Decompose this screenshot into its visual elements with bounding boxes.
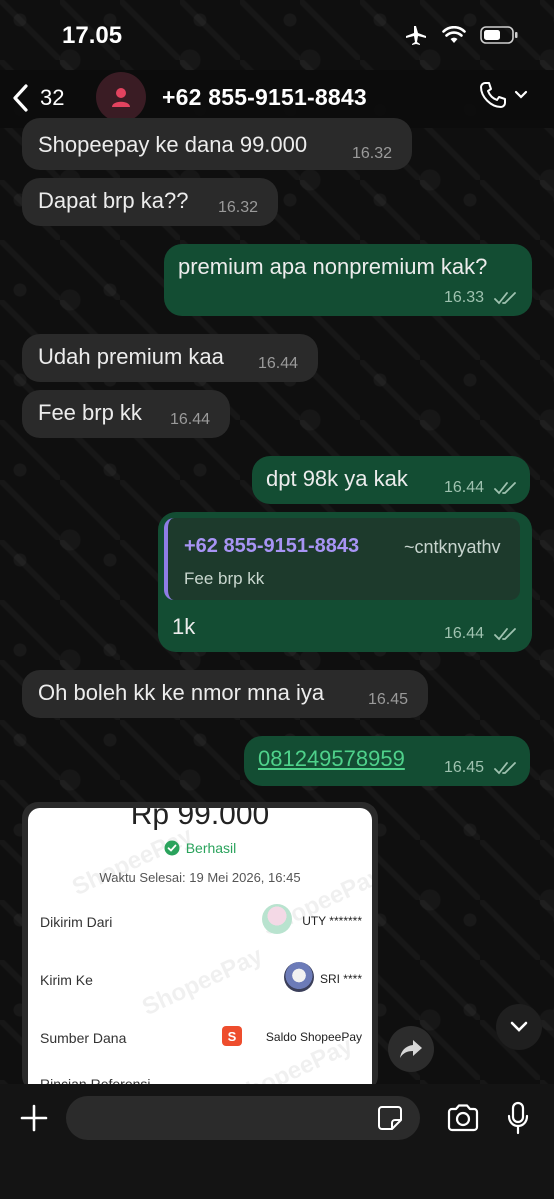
status-time: 17.05 [62,22,123,49]
message-text: premium apa nonpremium kak? [178,254,488,279]
message-time: 16.32 [352,145,393,162]
quoted-text: Fee brp kk [184,569,265,588]
status-bar: 17.05 [0,0,554,70]
row-label: Sumber Dana [40,1030,127,1046]
receipt-watermark: ShopeePay [68,821,197,902]
sender-avatar [262,904,292,934]
message-incoming[interactable]: Fee brp kk 16.44 [22,390,230,438]
unread-count: 32 [40,85,65,110]
message-outgoing-reply[interactable]: +62 855-9151-8843 ~cntknyathv Fee brp kk… [158,512,532,652]
recipient-avatar [284,962,314,992]
forward-icon [400,1040,422,1058]
receipt-row-sender: Dikirim Dari UTY ******* [40,902,362,942]
row-label: Dikirim Dari [40,914,113,930]
message-text: Udah premium kaa [38,344,224,369]
back-button[interactable]: 32 [10,80,64,116]
shopee-logo-icon: S [222,1026,242,1046]
row-value: UTY ******* [302,914,362,928]
row-label: Kirim Ke [40,972,93,988]
contact-name[interactable]: +62 855-9151-8843 [162,84,367,111]
message-time: 16.32 [218,199,259,216]
airplane-icon [406,26,426,45]
message-incoming[interactable]: Shopeepay ke dana 99.000 16.32 [22,118,412,170]
message-text: Shopeepay ke dana 99.000 [38,132,308,157]
quoted-sender: +62 855-9151-8843 [184,535,360,557]
attach-button[interactable] [14,1098,54,1138]
message-time: 16.44 [170,411,211,428]
message-incoming[interactable]: Dapat brp ka?? 16.32 [22,178,278,226]
plus-icon [20,1104,48,1132]
message-input-bar [0,1084,554,1199]
message-time: 16.33 [444,289,485,306]
battery-icon [480,26,518,44]
receipt-completed-time: Waktu Selesai: 19 Mei 2026, 16:45 [99,870,301,885]
contact-avatar[interactable] [96,72,146,122]
receipt-status-text: Berhasil [185,840,237,856]
read-ticks-icon [494,628,516,641]
message-incoming[interactable]: Oh boleh kk ke nmor mna iya 16.45 [22,670,428,718]
message-input[interactable] [66,1096,420,1140]
payment-receipt-image: ShopeePay ShopeePay ShopeePay ShopeePay … [28,808,372,1092]
sticker-button[interactable] [374,1102,406,1134]
sticker-icon [378,1106,402,1130]
image-message[interactable]: ShopeePay ShopeePay ShopeePay ShopeePay … [22,802,378,1092]
message-incoming[interactable]: Udah premium kaa 16.44 [22,334,318,382]
message-time: 16.45 [444,759,485,776]
phone-number-link[interactable]: 081249578959 [258,748,405,770]
receipt-row-fund-source: Sumber Dana S Saldo ShopeePay [40,1018,362,1058]
message-text: Dapat brp ka?? [38,188,189,213]
receipt-amount: Rp 99.000 [130,808,270,831]
message-outgoing[interactable]: dpt 98k ya kak 16.44 [252,456,530,504]
status-icons [404,24,520,46]
forward-button[interactable] [388,1026,434,1072]
wifi-icon [442,26,466,43]
message-text: Oh boleh kk ke nmor mna iya [38,680,325,705]
message-text: dpt 98k ya kak [266,466,408,491]
receipt-status: Berhasil [28,840,372,856]
camera-icon [447,1104,479,1132]
scroll-to-bottom-button[interactable] [496,1004,542,1050]
read-ticks-icon [494,292,516,305]
chevron-down-icon [514,90,528,99]
call-button[interactable] [478,80,528,110]
microphone-icon [507,1101,529,1135]
quoted-alias: ~cntknyathv [404,537,501,557]
person-icon [112,88,130,107]
message-text: 1k [172,614,196,639]
read-ticks-icon [494,762,516,775]
chat-screen: 17.05 32 +62 855-9151-8843 Shopeepay ke … [0,0,554,1199]
quoted-message[interactable]: +62 855-9151-8843 ~cntknyathv Fee brp kk [164,518,520,600]
chevron-down-icon [510,1021,528,1032]
row-value: Saldo ShopeePay [265,1030,362,1044]
receipt-row-recipient: Kirim Ke SRI **** [40,960,362,1000]
message-text: Fee brp kk [38,400,142,425]
camera-button[interactable] [444,1100,482,1136]
message-outgoing[interactable]: premium apa nonpremium kak? 16.33 [164,244,532,316]
row-value: SRI **** [319,972,362,986]
read-ticks-icon [494,482,516,495]
message-time: 16.44 [258,355,299,372]
message-time: 16.44 [444,479,485,496]
message-outgoing[interactable]: 081249578959 16.45 [244,736,530,786]
phone-icon [480,82,506,108]
message-time: 16.45 [368,691,409,708]
chevron-left-icon [13,84,28,112]
microphone-button[interactable] [502,1098,534,1138]
check-circle-icon [164,840,180,856]
message-time: 16.44 [444,625,485,642]
